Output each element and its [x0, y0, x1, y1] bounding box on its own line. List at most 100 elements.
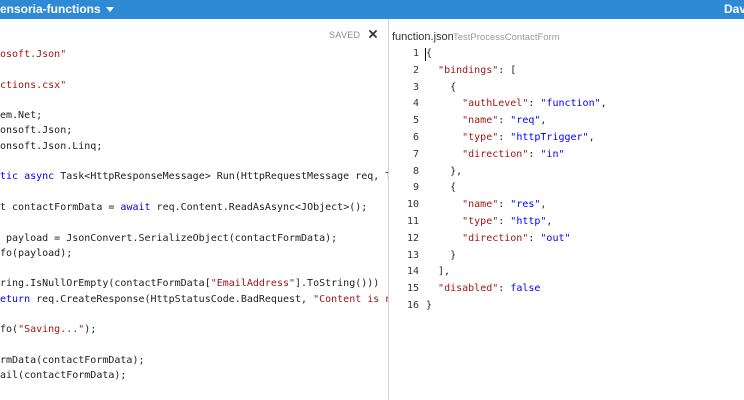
- line-number-gutter: 1 2 3 4 5 6 7 8 9 10 11 12 13 14 15 16: [389, 46, 419, 315]
- code-line[interactable]: "type": "http",: [426, 214, 607, 231]
- code-line[interactable]: "bindings": [: [426, 63, 607, 80]
- json-content[interactable]: { "bindings": [ { "authLevel": "function…: [426, 46, 607, 315]
- code-line[interactable]: t contactFormData = await req.Content.Re…: [0, 200, 388, 215]
- code-token: ].ToString())): [295, 278, 380, 290]
- top-bar: ensoria-functions David: [0, 0, 744, 19]
- code-token: :: [498, 283, 511, 295]
- code-line[interactable]: [0, 154, 388, 169]
- code-line[interactable]: fo("Saving...");: [0, 322, 388, 337]
- code-token: "name": [462, 115, 499, 127]
- code-line[interactable]: "direction": "in": [426, 147, 607, 164]
- code-line[interactable]: [0, 384, 388, 399]
- code-line[interactable]: [0, 215, 388, 230]
- line-number: 9: [412, 182, 419, 194]
- code-line[interactable]: rmData(contactFormData);: [0, 353, 388, 368]
- code-token: em.Net;: [0, 110, 43, 122]
- code-line[interactable]: ],: [426, 264, 607, 281]
- code-line[interactable]: }: [426, 298, 607, 315]
- line-number: 10: [406, 199, 419, 211]
- code-token: :: [528, 98, 541, 110]
- code-token: "out": [540, 232, 571, 244]
- file-name: function.json: [392, 31, 454, 43]
- code-line[interactable]: "name": "res",: [426, 197, 607, 214]
- code-token: {: [426, 81, 457, 93]
- code-token: ,: [600, 98, 607, 110]
- code-token: ail(contactFormData);: [0, 370, 127, 382]
- line-number: 13: [406, 249, 419, 261]
- code-token: rmData(contactFormData);: [0, 354, 145, 366]
- code-token: ,: [540, 115, 547, 127]
- line-number: 6: [412, 131, 419, 143]
- line-number: 14: [406, 266, 419, 278]
- code-line[interactable]: payload = JsonConvert.SerializeObject(co…: [0, 231, 388, 246]
- code-token: "type": [462, 215, 499, 227]
- code-line[interactable]: osoft.Json": [0, 47, 388, 62]
- code-token: :: [498, 115, 511, 127]
- close-icon[interactable]: [367, 28, 379, 40]
- code-line[interactable]: },: [426, 164, 607, 181]
- code-line[interactable]: fo(payload);: [0, 246, 388, 261]
- code-token: false: [510, 283, 541, 295]
- code-line[interactable]: [0, 93, 388, 108]
- code-line[interactable]: "disabled": false: [426, 281, 607, 298]
- code-token: }: [426, 299, 433, 311]
- code-token: ctions.csx": [0, 79, 67, 91]
- code-token: fo(: [0, 324, 19, 336]
- code-line[interactable]: tic async Task<HttpResponseMessage> Run(…: [0, 169, 388, 184]
- code-line[interactable]: [0, 62, 388, 77]
- code-line[interactable]: {: [426, 46, 607, 63]
- code-token: osoft.Json": [0, 49, 67, 60]
- code-token: Task<HttpResponseMessage> Run(HttpReques…: [60, 171, 388, 183]
- code-line[interactable]: eturn req.CreateResponse(HttpStatusCode.…: [0, 292, 388, 307]
- code-token: "name": [462, 199, 499, 211]
- code-editor-left[interactable]: SAVED osoft.Json" ctions.csx" em.Net; onsof…: [0, 19, 388, 400]
- code-line[interactable]: {: [426, 180, 607, 197]
- code-token: payload = JsonConvert.SerializeObject(co…: [0, 232, 338, 244]
- code-line[interactable]: "authLevel": "function",: [426, 96, 607, 113]
- line-number: 2: [412, 64, 419, 76]
- code-line[interactable]: "type": "httpTrigger",: [426, 130, 607, 147]
- code-line[interactable]: [0, 307, 388, 322]
- save-status: SAVED: [329, 30, 361, 40]
- code-token: :: [528, 232, 541, 244]
- code-token: "disabled": [438, 283, 499, 295]
- code-token: onsoft.Json;: [0, 125, 73, 137]
- code-token: "bindings": [438, 64, 499, 76]
- app-name[interactable]: ensoria-functions: [0, 2, 101, 16]
- app-selector[interactable]: ensoria-functions: [0, 2, 114, 16]
- code-line[interactable]: [0, 185, 388, 200]
- code-token: {: [426, 48, 433, 59]
- code-line[interactable]: em.Net;: [0, 108, 388, 123]
- code-token: "Content is not in: [313, 293, 388, 305]
- code-token: fo(payload);: [0, 247, 73, 259]
- code-line[interactable]: {: [426, 80, 607, 97]
- code-content[interactable]: osoft.Json" ctions.csx" em.Net; onsoft.Json…: [0, 47, 388, 400]
- code-line[interactable]: onsoft.Json;: [0, 123, 388, 138]
- code-token: tic async: [0, 171, 61, 183]
- line-number: 1: [412, 48, 419, 59]
- code-token: :: [528, 148, 541, 160]
- code-token: onsoft.Json.Linq;: [0, 140, 103, 152]
- chevron-down-icon[interactable]: [105, 7, 114, 13]
- code-token: );: [84, 324, 97, 336]
- code-token: :: [498, 215, 511, 227]
- code-token: "function": [540, 98, 601, 110]
- code-line[interactable]: ring.IsNullOrEmpty(contactFormData["Emai…: [0, 276, 388, 291]
- user-name[interactable]: David: [724, 2, 744, 16]
- code-line[interactable]: ail(contactFormData);: [0, 368, 388, 383]
- code-line[interactable]: }: [426, 248, 607, 265]
- code-token: "in": [540, 148, 565, 160]
- code-line[interactable]: [0, 261, 388, 276]
- code-line[interactable]: "name": "req",: [426, 113, 607, 130]
- code-editor-right[interactable]: function.json TestProcessContactForm 123…: [389, 19, 744, 400]
- code-line[interactable]: onsoft.Json.Linq;: [0, 139, 388, 154]
- code-line[interactable]: "direction": "out": [426, 231, 607, 248]
- line-number: 15: [406, 283, 419, 295]
- line-number: 11: [406, 215, 419, 227]
- code-line[interactable]: ctions.csx": [0, 78, 388, 93]
- code-line[interactable]: [0, 338, 388, 353]
